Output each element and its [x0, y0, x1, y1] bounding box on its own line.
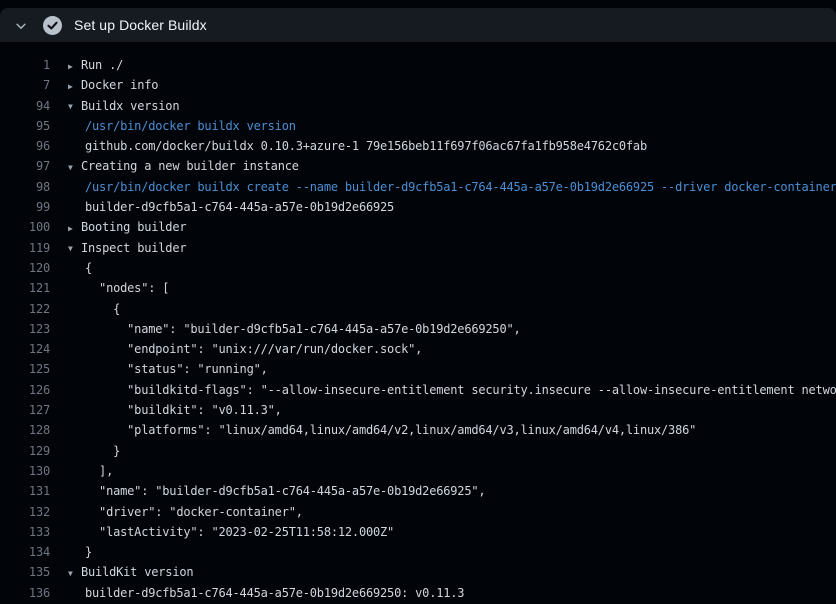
log-line-text: {	[50, 258, 92, 278]
log-line[interactable]: 100 ▶Booting builder	[0, 217, 836, 237]
line-number[interactable]: 95	[0, 116, 50, 136]
triangle-down-icon[interactable]: ▼	[68, 564, 81, 584]
log-line: 123 "name": "builder-d9cfb5a1-c764-445a-…	[0, 319, 836, 339]
step-header[interactable]: Set up Docker Buildx	[0, 8, 836, 42]
log-line: 131 "name": "builder-d9cfb5a1-c764-445a-…	[0, 481, 836, 501]
log-line: 99 builder-d9cfb5a1-c764-445a-a57e-0b19d…	[0, 197, 836, 217]
triangle-down-icon[interactable]: ▼	[68, 97, 81, 117]
log-line-text: "nodes": [	[50, 278, 169, 298]
log-line-text: builder-d9cfb5a1-c764-445a-a57e-0b19d2e6…	[50, 197, 394, 217]
log-line: 122 {	[0, 299, 836, 319]
line-number[interactable]: 132	[0, 502, 50, 522]
log-line-text: ],	[50, 461, 113, 481]
line-number[interactable]: 136	[0, 583, 50, 603]
log-line: 133 "lastActivity": "2023-02-25T11:58:12…	[0, 522, 836, 542]
line-number[interactable]: 96	[0, 136, 50, 156]
log-line-text: "buildkitd-flags": "--allow-insecure-ent…	[50, 380, 836, 400]
log-line: 132 "driver": "docker-container",	[0, 502, 836, 522]
line-number[interactable]: 119	[0, 238, 50, 258]
log-line-text: builder-d9cfb5a1-c764-445a-a57e-0b19d2e6…	[50, 583, 464, 603]
log-line-text: /usr/bin/docker buildx version	[50, 116, 296, 136]
log-line-text: }	[50, 441, 120, 461]
log-line-text: "driver": "docker-container",	[50, 502, 303, 522]
log-line-text: "lastActivity": "2023-02-25T11:58:12.000…	[50, 522, 394, 542]
log-line: 130 ],	[0, 461, 836, 481]
triangle-right-icon[interactable]: ▶	[68, 219, 81, 239]
chevron-down-icon[interactable]	[14, 18, 28, 32]
line-number[interactable]: 125	[0, 359, 50, 379]
triangle-down-icon[interactable]: ▼	[68, 158, 81, 178]
log-line: 98 /usr/bin/docker buildx create --name …	[0, 177, 836, 197]
log-line-text: "status": "running",	[50, 359, 268, 379]
line-number[interactable]: 97	[0, 156, 50, 176]
log-group-header[interactable]: ▼Creating a new builder instance	[50, 156, 299, 176]
log-output: 1 ▶Run ./ 7 ▶Docker info 94 ▼Buildx vers…	[0, 42, 836, 603]
log-line: 95 /usr/bin/docker buildx version	[0, 116, 836, 136]
line-number[interactable]: 7	[0, 75, 50, 95]
line-number[interactable]: 129	[0, 441, 50, 461]
log-line-text: {	[50, 299, 120, 319]
line-number[interactable]: 126	[0, 380, 50, 400]
line-number[interactable]: 122	[0, 299, 50, 319]
line-number[interactable]: 94	[0, 96, 50, 116]
line-number[interactable]: 131	[0, 481, 50, 501]
line-number[interactable]: 135	[0, 562, 50, 582]
line-number[interactable]: 127	[0, 400, 50, 420]
log-line: 128 "platforms": "linux/amd64,linux/amd6…	[0, 420, 836, 440]
line-number[interactable]: 120	[0, 258, 50, 278]
triangle-down-icon[interactable]: ▼	[68, 239, 81, 259]
line-number[interactable]: 100	[0, 217, 50, 237]
log-line: 129 }	[0, 441, 836, 461]
actions-log-viewer: Set up Docker Buildx 1 ▶Run ./ 7 ▶Docker…	[0, 0, 836, 604]
log-line-text: "platforms": "linux/amd64,linux/amd64/v2…	[50, 420, 696, 440]
log-group-header[interactable]: ▼Buildx version	[50, 96, 179, 116]
log-line: 124 "endpoint": "unix:///var/run/docker.…	[0, 339, 836, 359]
log-line-text: "buildkit": "v0.11.3",	[50, 400, 282, 420]
line-number[interactable]: 121	[0, 278, 50, 298]
line-number[interactable]: 123	[0, 319, 50, 339]
log-line[interactable]: 94 ▼Buildx version	[0, 96, 836, 116]
log-line-text: /usr/bin/docker buildx create --name bui…	[50, 177, 836, 197]
log-line: 136 builder-d9cfb5a1-c764-445a-a57e-0b19…	[0, 583, 836, 603]
log-line[interactable]: 7 ▶Docker info	[0, 75, 836, 95]
line-number[interactable]: 133	[0, 522, 50, 542]
check-circle-icon	[43, 16, 62, 35]
line-number[interactable]: 130	[0, 461, 50, 481]
log-line-text: }	[50, 542, 92, 562]
log-line[interactable]: 97 ▼Creating a new builder instance	[0, 156, 836, 176]
log-group-header[interactable]: ▶Run ./	[50, 55, 123, 75]
step-title: Set up Docker Buildx	[74, 17, 207, 33]
log-line-text: "name": "builder-d9cfb5a1-c764-445a-a57e…	[50, 319, 521, 339]
log-group-header[interactable]: ▶Docker info	[50, 75, 158, 95]
log-line-text: github.com/docker/buildx 0.10.3+azure-1 …	[50, 136, 647, 156]
log-line: 121 "nodes": [	[0, 278, 836, 298]
line-number[interactable]: 134	[0, 542, 50, 562]
line-number[interactable]: 124	[0, 339, 50, 359]
line-number[interactable]: 1	[0, 55, 50, 75]
log-line: 126 "buildkitd-flags": "--allow-insecure…	[0, 380, 836, 400]
log-line: 120 {	[0, 258, 836, 278]
log-line[interactable]: 1 ▶Run ./	[0, 55, 836, 75]
log-line: 96 github.com/docker/buildx 0.10.3+azure…	[0, 136, 836, 156]
log-group-header[interactable]: ▶Booting builder	[50, 217, 186, 237]
log-line-text: "endpoint": "unix:///var/run/docker.sock…	[50, 339, 422, 359]
triangle-right-icon[interactable]: ▶	[68, 77, 81, 97]
line-number[interactable]: 99	[0, 197, 50, 217]
log-line[interactable]: 119 ▼Inspect builder	[0, 238, 836, 258]
log-group-header[interactable]: ▼Inspect builder	[50, 238, 186, 258]
line-number[interactable]: 128	[0, 420, 50, 440]
log-line-text: "name": "builder-d9cfb5a1-c764-445a-a57e…	[50, 481, 485, 501]
log-line: 134 }	[0, 542, 836, 562]
line-number[interactable]: 98	[0, 177, 50, 197]
log-line: 127 "buildkit": "v0.11.3",	[0, 400, 836, 420]
log-line: 125 "status": "running",	[0, 359, 836, 379]
log-line[interactable]: 135 ▼BuildKit version	[0, 562, 836, 582]
triangle-right-icon[interactable]: ▶	[68, 57, 81, 77]
log-group-header[interactable]: ▼BuildKit version	[50, 562, 193, 582]
